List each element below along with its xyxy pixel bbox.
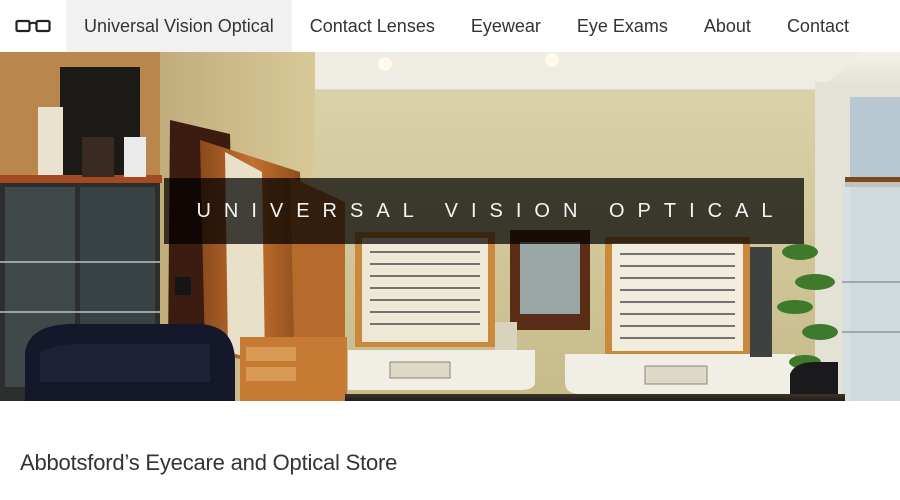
nav-item-about[interactable]: About — [686, 0, 769, 52]
nav-item-contact[interactable]: Contact — [769, 0, 867, 52]
hero-banner: UNIVERSAL VISION OPTICAL — [164, 178, 804, 244]
hero-image: UNIVERSAL VISION OPTICAL — [0, 52, 900, 401]
page-heading: Abbotsford’s Eyecare and Optical Store — [20, 450, 398, 475]
home-logo-link[interactable] — [0, 0, 66, 52]
hero-banner-title: UNIVERSAL VISION OPTICAL — [196, 199, 786, 222]
eyeglasses-icon — [15, 19, 51, 33]
nav-item-contact-lenses[interactable]: Contact Lenses — [292, 0, 453, 52]
nav-item-eye-exams[interactable]: Eye Exams — [559, 0, 686, 52]
nav-item-eyewear[interactable]: Eyewear — [453, 0, 559, 52]
main-content: Abbotsford’s Eyecare and Optical Store — [0, 401, 900, 500]
top-nav: Universal Vision Optical Contact Lenses … — [0, 0, 900, 52]
nav-item-universal-vision-optical[interactable]: Universal Vision Optical — [66, 0, 292, 52]
